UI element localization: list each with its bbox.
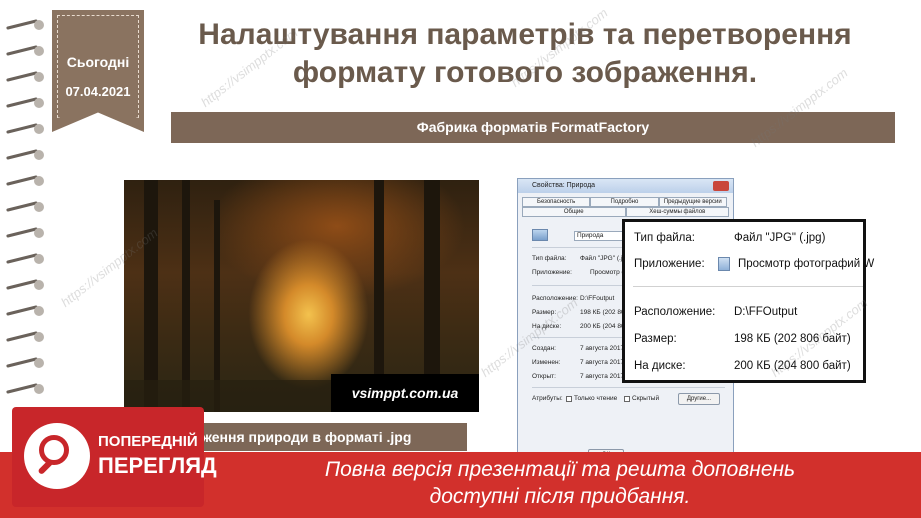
zoom-disk-row: На диске: 200 КБ (204 800 байт) xyxy=(634,360,851,372)
tab-previous-versions[interactable]: Предыдущие версии xyxy=(658,197,727,207)
hidden-label: Скрытый xyxy=(632,395,660,402)
dialog-titlebar: Свойства: Природа xyxy=(518,179,733,193)
binding-ring xyxy=(6,96,46,110)
photo-watermark-badge: vsimppt.com.ua xyxy=(331,374,479,412)
readonly-checkbox[interactable] xyxy=(566,396,572,402)
dialog-size-row: Размер: 198 КБ (202 80 xyxy=(532,309,625,316)
binding-ring xyxy=(6,356,46,370)
date-label: 07.04.2021 xyxy=(65,84,131,99)
close-icon[interactable] xyxy=(713,181,729,191)
title-line-2: формату готового зображення. xyxy=(292,56,758,89)
magnifier-icon xyxy=(24,423,90,489)
preview-badge[interactable]: ПОПЕРЕДНІЙ ПЕРЕГЛЯД xyxy=(12,407,217,507)
file-icon xyxy=(532,229,548,243)
readonly-label: Только чтение xyxy=(574,395,618,402)
zoom-location-row: Расположение: D:\FFOutput xyxy=(634,306,798,318)
hidden-checkbox[interactable] xyxy=(624,396,630,402)
dialog-attributes-row: Атрибуты: Только чтение Скрытый xyxy=(532,395,660,402)
preview-line-1: ПОПЕРЕДНІЙ xyxy=(98,433,198,450)
photo-viewer-icon xyxy=(718,257,730,271)
dialog-title: Свойства: Природа xyxy=(532,182,596,189)
binding-ring xyxy=(6,252,46,266)
binding-ring xyxy=(6,122,46,136)
dialog-opened-row: Открыт: 7 августа 2017 xyxy=(532,373,625,380)
tab-details[interactable]: Подробно xyxy=(590,197,659,207)
subtitle-bar: Фабрика форматів FormatFactory xyxy=(171,112,895,143)
other-attributes-button[interactable]: Другие... xyxy=(678,393,720,405)
binding-ring xyxy=(6,18,46,32)
tab-general[interactable]: Общие xyxy=(522,207,626,217)
slide-title: Налаштування параметрів та перетворення … xyxy=(160,16,890,92)
zoom-inset: Тип файла: Файл "JPG" (.jpg) Приложение: … xyxy=(622,219,875,383)
zoom-size-row: Размер: 198 КБ (202 806 байт) xyxy=(634,333,851,345)
nature-photo: vsimppt.com.ua xyxy=(124,180,479,412)
today-label: Сьогодні xyxy=(66,54,130,70)
zoom-type-row: Тип файла: Файл "JPG" (.jpg) xyxy=(634,232,826,244)
binding-ring xyxy=(6,200,46,214)
banner-line-1: Повна версія презентації та решта доповн… xyxy=(324,458,796,481)
preview-line-2: ПЕРЕГЛЯД xyxy=(98,453,217,478)
binding-ring xyxy=(6,70,46,84)
binding-ring xyxy=(6,304,46,318)
zoom-app-row: Приложение: Просмотр фотографий W xyxy=(634,257,875,271)
binding-ring xyxy=(6,382,46,396)
dialog-created-row: Создан: 7 августа 2017 xyxy=(532,345,625,352)
binding-ring xyxy=(6,174,46,188)
binding-ring xyxy=(6,226,46,240)
binding-ring xyxy=(6,330,46,344)
binding-ring xyxy=(6,44,46,58)
dialog-disk-row: На диске: 200 КБ (204 80 xyxy=(532,323,625,330)
date-ribbon: Сьогодні 07.04.2021 xyxy=(52,10,144,132)
dialog-modified-row: Изменен: 7 августа 2017 xyxy=(532,359,625,366)
dialog-type-row: Тип файла: Файл "JPG" (.jp xyxy=(532,255,626,262)
dialog-location-row: Расположение: D:\FFoutput xyxy=(532,295,615,302)
binding-ring xyxy=(6,278,46,292)
tab-hashsums[interactable]: Хеш-суммы файлов xyxy=(625,207,729,217)
binding-ring xyxy=(6,148,46,162)
photo-caption: ження природи в форматі .jpg xyxy=(180,423,467,451)
banner-line-2: доступні після придбання. xyxy=(429,485,691,508)
tab-security[interactable]: Безопасность xyxy=(522,197,591,207)
title-line-1: Налаштування параметрів та перетворення xyxy=(198,18,852,51)
dialog-app-row: Приложение: Просмотр ф xyxy=(532,269,627,276)
